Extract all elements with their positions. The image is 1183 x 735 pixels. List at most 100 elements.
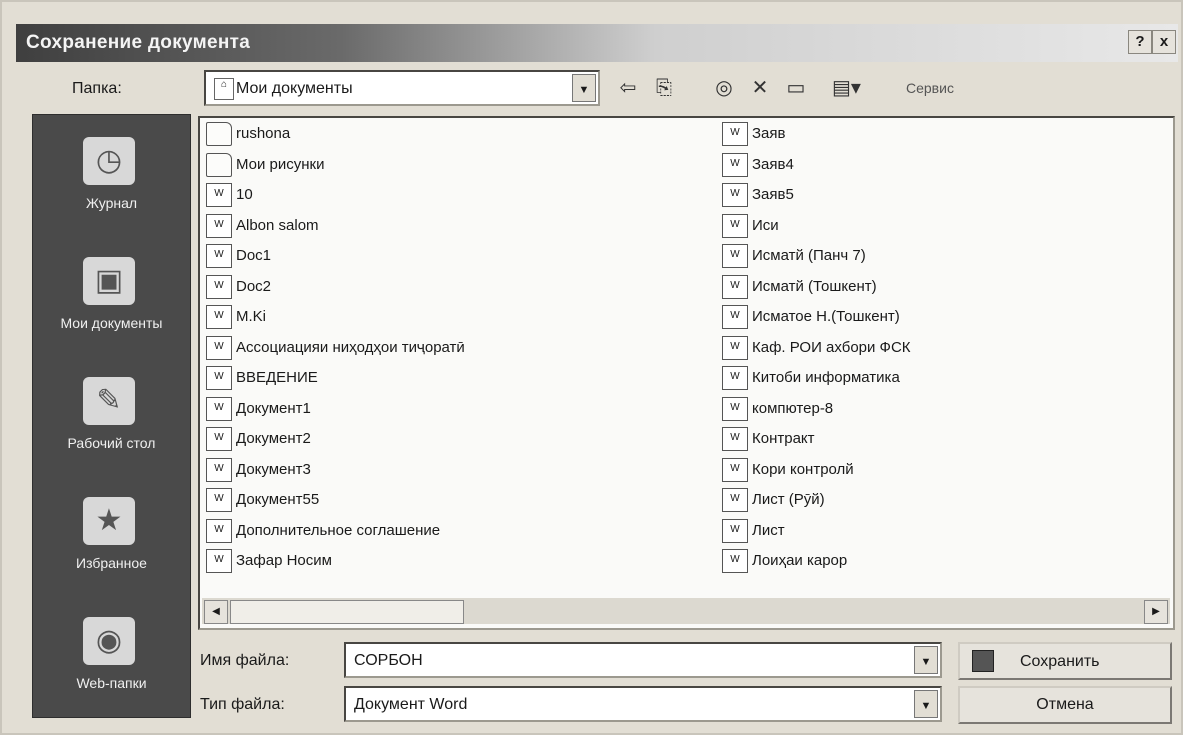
word-document-icon: W bbox=[206, 305, 232, 330]
scroll-thumb[interactable] bbox=[230, 600, 464, 624]
word-document-icon: W bbox=[206, 213, 232, 238]
title-bar: Сохранение документа ? x bbox=[16, 24, 1178, 62]
file-list-item[interactable]: W Кори контролй bbox=[722, 456, 854, 484]
word-document-icon: W bbox=[206, 244, 232, 269]
file-name: Лист (Рӯй) bbox=[752, 491, 825, 508]
file-list-item[interactable]: W Заяв bbox=[722, 120, 786, 148]
file-list-item[interactable]: W Зафар Носим bbox=[206, 547, 332, 575]
file-name: Китоби информатика bbox=[752, 369, 900, 386]
file-list-item[interactable]: rushona bbox=[206, 120, 290, 148]
save-button[interactable]: Сохранить bbox=[958, 642, 1172, 680]
horizontal-scrollbar[interactable]: ◀ ▶ bbox=[202, 598, 1170, 624]
file-name: Лоиҳаи карор bbox=[752, 552, 848, 569]
file-list-item[interactable]: W Лист (Рӯй) bbox=[722, 486, 825, 514]
file-list-item[interactable]: Мои рисунки bbox=[206, 151, 325, 179]
file-name: Дополнительное соглашение bbox=[236, 521, 441, 539]
search-web-icon[interactable]: ◎ bbox=[710, 74, 738, 102]
file-list-item[interactable]: W Doc1 bbox=[206, 242, 271, 270]
place-my-documents[interactable]: ▣ Мои документы bbox=[33, 235, 190, 355]
scroll-right-icon[interactable]: ▶ bbox=[1144, 600, 1168, 624]
new-folder-icon[interactable]: ▭ bbox=[782, 74, 810, 102]
word-document-icon: W bbox=[206, 335, 232, 360]
file-list-item[interactable]: W Контракт bbox=[722, 425, 815, 453]
delete-icon[interactable]: ✕ bbox=[746, 74, 774, 102]
word-document-icon: W bbox=[206, 457, 232, 482]
file-name: Заяв4 bbox=[752, 155, 794, 173]
file-name: Doc1 bbox=[236, 247, 272, 264]
file-name: Мои рисунки bbox=[236, 155, 325, 173]
file-list-item[interactable]: W Albon salom bbox=[206, 212, 319, 240]
word-document-icon: W bbox=[722, 549, 748, 574]
filetype-select[interactable]: Документ Word ▼ bbox=[344, 686, 942, 722]
folder-icon bbox=[206, 152, 232, 177]
file-name: Исматй (Панч 7) bbox=[752, 247, 866, 264]
file-list-item[interactable]: W Иси bbox=[722, 212, 779, 240]
file-name: Каф. РОИ ахбори ФСК bbox=[752, 338, 911, 356]
place-favorites[interactable]: ★ Избранное bbox=[33, 475, 190, 595]
cancel-button[interactable]: Отмена bbox=[958, 686, 1172, 724]
file-list-item[interactable]: W ВВЕДЕНИЕ bbox=[206, 364, 318, 392]
place-web-folders[interactable]: ◉ Web-папки bbox=[33, 595, 190, 715]
word-document-icon: W bbox=[206, 274, 232, 299]
word-document-icon: W bbox=[722, 457, 748, 482]
word-document-icon: W bbox=[722, 305, 748, 330]
file-list-item[interactable]: W Дополнительное соглашение bbox=[206, 517, 440, 545]
file-list-item[interactable]: Wкомпютер-8 bbox=[722, 395, 833, 423]
place-history[interactable]: ◷ Журнал bbox=[33, 115, 190, 235]
desktop-icon: ✎ bbox=[83, 377, 135, 425]
up-folder-icon[interactable]: ⎘ bbox=[650, 74, 678, 102]
file-name: M.Ki bbox=[236, 308, 266, 325]
file-list-item[interactable]: W Лоиҳаи карор bbox=[722, 547, 847, 575]
chevron-down-icon[interactable]: ▼ bbox=[914, 690, 938, 718]
place-label: Избранное bbox=[76, 555, 147, 571]
word-document-icon: W bbox=[206, 366, 232, 391]
scroll-left-icon[interactable]: ◀ bbox=[204, 600, 228, 624]
file-name: Иси bbox=[752, 216, 779, 234]
back-icon[interactable]: ⇦ bbox=[614, 74, 642, 102]
file-list-item[interactable]: W 10 bbox=[206, 181, 253, 209]
file-name: Ассоциацияи ниҳодҳои тиҷоратӣ bbox=[236, 338, 465, 356]
filename-input[interactable]: СОРБОН ▼ bbox=[344, 642, 942, 678]
location-select[interactable]: ⌂ Мои документы ▼ bbox=[204, 70, 600, 106]
file-list-item[interactable]: W Заяв5 bbox=[722, 181, 794, 209]
chevron-down-icon[interactable]: ▼ bbox=[572, 74, 596, 102]
folder-icon bbox=[206, 122, 232, 147]
file-list-item[interactable]: W M.Ki bbox=[206, 303, 266, 331]
close-button[interactable]: x bbox=[1152, 30, 1176, 54]
file-name: Документ3 bbox=[236, 460, 311, 478]
file-list-item[interactable]: W Документ2 bbox=[206, 425, 311, 453]
file-list-item[interactable]: W Документ55 bbox=[206, 486, 319, 514]
place-desktop[interactable]: ✎ Рабочий стол bbox=[33, 355, 190, 475]
tools-menu[interactable]: Сервис bbox=[906, 80, 954, 96]
history-icon: ◷ bbox=[83, 137, 135, 185]
filename-label: Имя файла: bbox=[200, 652, 290, 669]
file-name: Albon salom bbox=[236, 216, 319, 234]
file-list-item[interactable]: W Исматй (Тошкент) bbox=[722, 273, 877, 301]
my-documents-icon: ▣ bbox=[83, 257, 135, 305]
web-folders-icon: ◉ bbox=[83, 617, 135, 665]
file-list-item[interactable]: W Китоби информатика bbox=[722, 364, 900, 392]
file-name: Документ55 bbox=[236, 491, 320, 508]
file-list[interactable]: rushona Мои рисунки W 10 W Albon salom W Doc1 W D… bbox=[198, 116, 1175, 630]
views-icon[interactable]: ▤▾ bbox=[832, 74, 861, 102]
word-document-icon: W bbox=[722, 244, 748, 269]
file-list-item[interactable]: W Исматое Н.(Тошкент) bbox=[722, 303, 900, 331]
file-list-item[interactable]: W Doc2 bbox=[206, 273, 271, 301]
file-list-item[interactable]: W Документ3 bbox=[206, 456, 311, 484]
place-label: Мои документы bbox=[60, 315, 163, 331]
file-list-item[interactable]: W Ассоциацияи ниҳодҳои тиҷоратӣ bbox=[206, 334, 465, 362]
word-document-icon: W bbox=[206, 549, 232, 574]
help-button[interactable]: ? bbox=[1128, 30, 1152, 54]
file-list-item[interactable]: W Лист bbox=[722, 517, 785, 545]
file-list-item[interactable]: W Документ1 bbox=[206, 395, 311, 423]
file-list-item[interactable]: W Каф. РОИ ахбори ФСК bbox=[722, 334, 911, 362]
word-document-icon: W bbox=[722, 488, 748, 513]
word-document-icon: W bbox=[722, 396, 748, 421]
file-name: ВВЕДЕНИЕ bbox=[236, 369, 318, 386]
file-name: Исматое Н.(Тошкент) bbox=[752, 308, 900, 325]
file-name: Лист bbox=[752, 521, 785, 539]
chevron-down-icon[interactable]: ▼ bbox=[914, 646, 938, 674]
file-list-item[interactable]: W Заяв4 bbox=[722, 151, 794, 179]
file-list-item[interactable]: W Исматй (Панч 7) bbox=[722, 242, 866, 270]
location-value: Мои документы bbox=[236, 80, 353, 97]
